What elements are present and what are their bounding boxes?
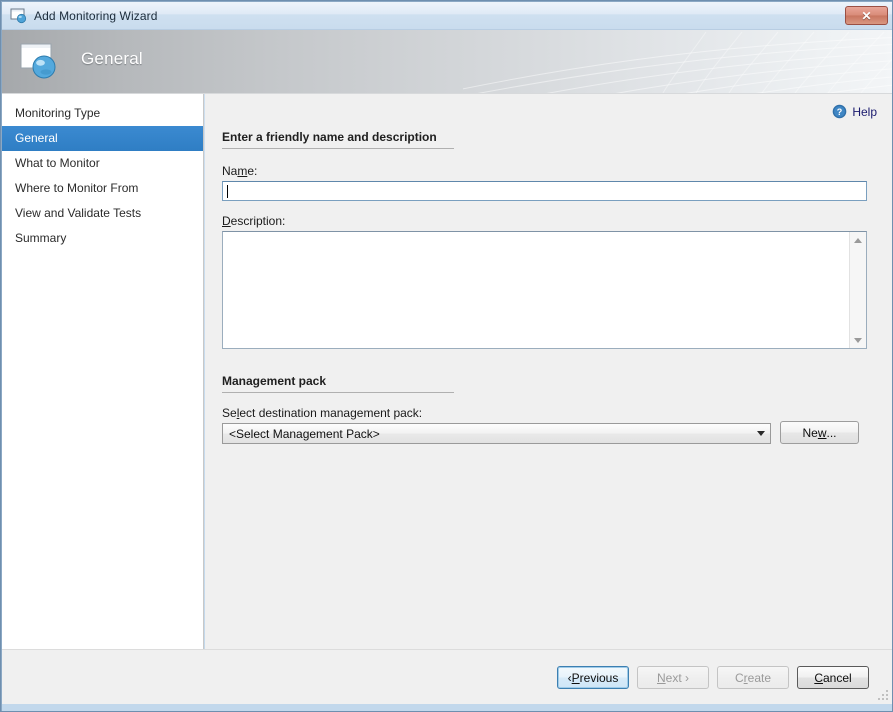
name-label-pre: Na bbox=[222, 164, 238, 178]
sidebar-item-label: What to Monitor bbox=[15, 156, 100, 170]
name-label-post: e: bbox=[247, 164, 258, 178]
description-label-post: escription: bbox=[230, 214, 286, 228]
cancel-button-post: ancel bbox=[822, 670, 852, 685]
next-button-accelerator: N bbox=[656, 670, 666, 685]
create-button[interactable]: Cr eate bbox=[717, 666, 789, 689]
sidebar-item-view-and-validate-tests[interactable]: View and Validate Tests bbox=[2, 201, 203, 226]
sidebar-item-label: Summary bbox=[15, 231, 67, 245]
previous-button-post: revious bbox=[579, 670, 619, 685]
name-label-accelerator: m bbox=[237, 164, 248, 178]
window-title: Add Monitoring Wizard bbox=[34, 8, 158, 23]
next-button-post: ext › bbox=[665, 670, 689, 685]
new-button-pre: Ne bbox=[802, 425, 818, 440]
decorative-mesh-graphic bbox=[463, 31, 892, 93]
sidebar-item-general[interactable]: General bbox=[2, 126, 203, 151]
sidebar-item-label: General bbox=[15, 131, 58, 145]
page-title: General bbox=[81, 49, 143, 68]
add-monitoring-wizard-window: Add Monitoring Wizard ✕ General Monitori… bbox=[0, 0, 893, 712]
friendly-name-section-heading: Enter a friendly name and description bbox=[222, 130, 454, 149]
title-bar[interactable]: Add Monitoring Wizard ✕ bbox=[2, 2, 892, 30]
management-pack-label-post: ect destination management pack: bbox=[239, 406, 423, 420]
name-input[interactable] bbox=[222, 181, 867, 201]
wizard-footer: ‹ Previous Next › Cr eate Cancel bbox=[2, 649, 892, 704]
management-pack-selected-value: <Select Management Pack> bbox=[229, 426, 380, 441]
help-label: Help bbox=[852, 104, 877, 119]
question-mark-icon: ? bbox=[832, 104, 847, 119]
previous-button[interactable]: ‹ Previous bbox=[557, 666, 629, 689]
sidebar-item-where-to-monitor-from[interactable]: Where to Monitor From bbox=[2, 176, 203, 201]
chevron-down-icon[interactable] bbox=[752, 424, 770, 443]
next-button[interactable]: Next › bbox=[637, 666, 709, 689]
management-pack-dropdown[interactable]: <Select Management Pack> bbox=[222, 423, 771, 444]
close-icon[interactable]: ✕ bbox=[845, 6, 888, 25]
description-label: Description: bbox=[222, 214, 285, 228]
description-scrollbar[interactable] bbox=[849, 232, 866, 348]
description-textarea[interactable] bbox=[222, 231, 867, 349]
wizard-content-panel: ? Help Enter a friendly name and descrip… bbox=[205, 94, 892, 649]
management-pack-section-heading: Management pack bbox=[222, 374, 454, 393]
scroll-down-icon[interactable] bbox=[850, 332, 866, 348]
scroll-up-icon[interactable] bbox=[850, 232, 866, 248]
create-button-pre: C bbox=[734, 670, 744, 685]
new-button-accelerator: w bbox=[817, 425, 827, 440]
new-button-post: ... bbox=[826, 425, 837, 440]
monitor-sphere-icon bbox=[19, 42, 65, 84]
text-cursor bbox=[227, 184, 228, 198]
sidebar-item-label: View and Validate Tests bbox=[15, 206, 142, 220]
cancel-button-accelerator: C bbox=[814, 670, 823, 685]
monitor-sphere-icon bbox=[10, 8, 28, 24]
sidebar-item-monitoring-type[interactable]: Monitoring Type bbox=[2, 101, 203, 126]
new-management-pack-button[interactable]: Ne w... bbox=[780, 421, 859, 444]
description-textarea-value[interactable] bbox=[223, 232, 849, 348]
sidebar-item-what-to-monitor[interactable]: What to Monitor bbox=[2, 151, 203, 176]
previous-button-accelerator: P bbox=[571, 670, 580, 685]
help-link[interactable]: ? Help bbox=[832, 104, 877, 119]
resize-grip[interactable] bbox=[877, 689, 889, 701]
sidebar-item-label: Where to Monitor From bbox=[15, 181, 139, 195]
management-pack-label: Select destination management pack: bbox=[222, 406, 422, 420]
svg-text:?: ? bbox=[837, 107, 843, 117]
header-banner: General bbox=[2, 30, 892, 94]
sidebar-item-label: Monitoring Type bbox=[15, 106, 101, 120]
cancel-button[interactable]: Cancel bbox=[797, 666, 869, 689]
management-pack-label-pre: Se bbox=[222, 406, 237, 420]
description-label-accelerator: D bbox=[222, 214, 231, 228]
create-button-post: eate bbox=[747, 670, 772, 685]
name-label: Name: bbox=[222, 164, 257, 178]
sidebar-item-summary[interactable]: Summary bbox=[2, 226, 203, 251]
wizard-step-list: Monitoring Type General What to Monitor … bbox=[2, 94, 204, 649]
